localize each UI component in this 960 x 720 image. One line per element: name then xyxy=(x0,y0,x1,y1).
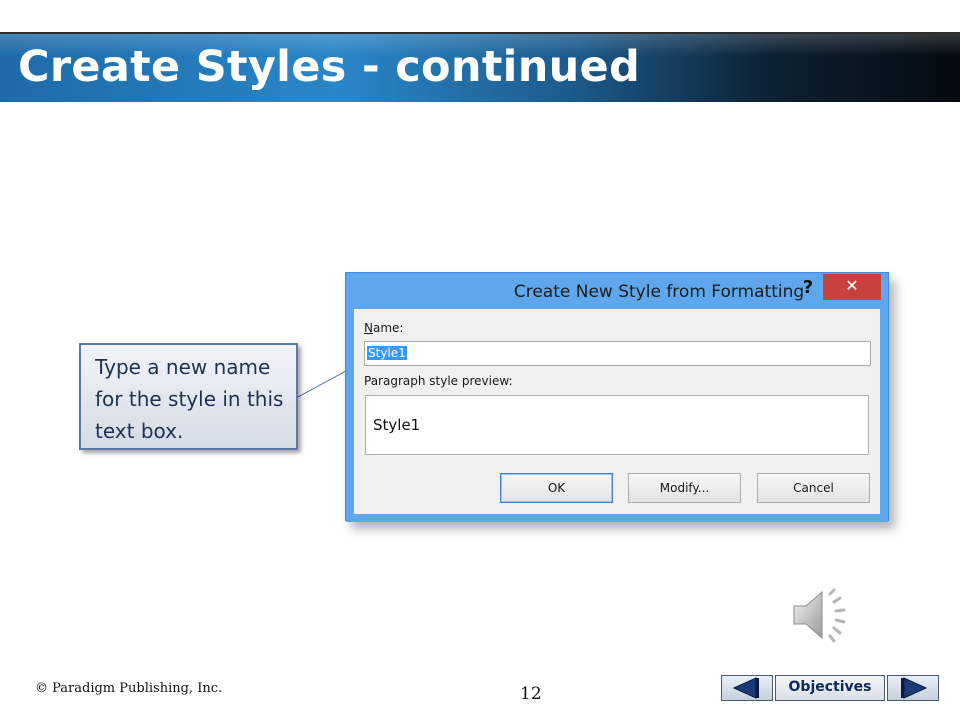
ok-button[interactable]: OK xyxy=(500,473,613,503)
arrow-right-icon xyxy=(901,677,928,699)
copyright-text: © Paradigm Publishing, Inc. xyxy=(35,681,223,696)
page-number: 12 xyxy=(520,684,542,704)
name-label: Name: xyxy=(364,321,404,335)
previous-slide-button[interactable] xyxy=(721,675,773,701)
style-preview-box: Style1 xyxy=(365,395,869,455)
help-icon[interactable]: ? xyxy=(797,275,819,301)
close-icon[interactable]: ✕ xyxy=(823,274,881,300)
speaker-icon[interactable] xyxy=(790,586,856,644)
dialog-titlebar[interactable]: Create New Style from Formatting ? ✕ xyxy=(346,273,888,309)
modify-button[interactable]: Modify... xyxy=(628,473,741,503)
next-slide-button[interactable] xyxy=(887,675,939,701)
objectives-button[interactable]: Objectives xyxy=(775,675,885,701)
create-style-dialog: Create New Style from Formatting ? ✕ Nam… xyxy=(345,272,889,522)
name-input-value: Style1 xyxy=(367,346,407,360)
name-input[interactable]: Style1 xyxy=(364,341,871,366)
preview-label: Paragraph style preview: xyxy=(364,374,513,388)
cancel-button[interactable]: Cancel xyxy=(757,473,870,503)
arrow-left-icon xyxy=(732,677,759,699)
callout-box: Type a new name for the style in this te… xyxy=(79,343,298,450)
dialog-body: Name: Style1 Paragraph style preview: St… xyxy=(346,309,888,522)
preview-text: Style1 xyxy=(373,416,421,434)
